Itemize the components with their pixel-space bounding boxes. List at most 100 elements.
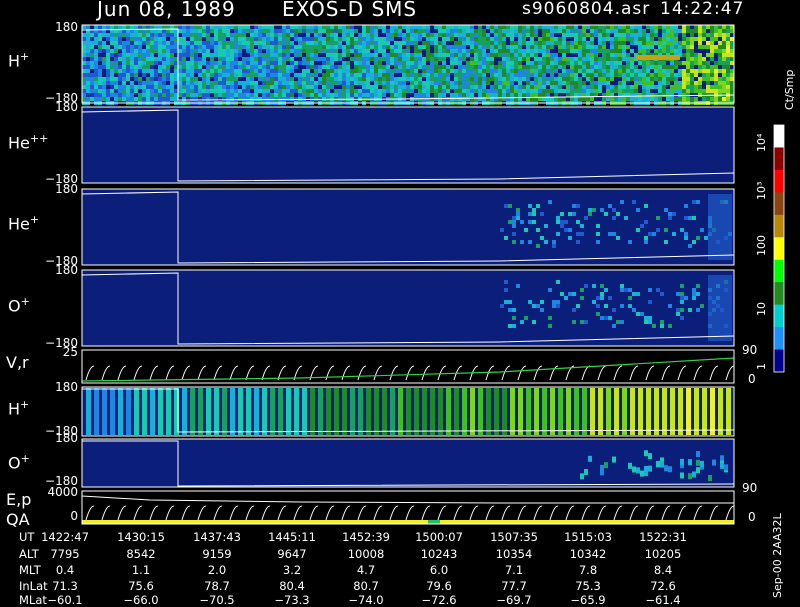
heatmap-cell [506,77,510,81]
heatmap-cell [418,73,422,77]
heatmap-cell [138,41,142,45]
heatmap-cell [602,45,606,49]
heatmap-cell [198,57,202,61]
heatmap-cell [134,77,138,81]
heatmap-cell [680,292,684,296]
heatmap-cell [642,61,646,65]
heatmap-cell [614,37,618,41]
table-cell-mlat-8: −61.4 [645,593,681,607]
heatmap-cell [166,89,170,93]
heatmap-cell [498,45,502,49]
heatmap-cell [314,85,318,89]
heatmap-cell [122,85,126,89]
heatmap-cell [596,232,600,236]
heatmap-cell [426,45,430,49]
heatmap-cell [406,69,410,73]
heatmap-cell [106,65,110,69]
heatmap-cell [632,292,636,296]
heatmap-cell [594,49,598,53]
heatmap-cell [382,25,386,29]
heatmap-cell [546,53,550,57]
heatmap-cell [358,53,362,57]
heatmap-cell [550,61,554,65]
heatmap-cell [706,89,710,93]
heatmap-cell [130,45,134,49]
heatmap-cell [730,97,734,101]
heatmap-cell [598,25,602,29]
heatmap-cell [686,29,690,33]
heatmap-cell [194,33,198,37]
heatmap-cell [426,89,430,93]
heatmap-cell [274,65,278,69]
heatmap-cell [610,61,614,65]
heatmap-cell [126,53,130,57]
heatmap-cell [182,57,186,61]
heatmap-cell [82,65,86,69]
heatmap-cell [374,29,378,33]
heatmap-cell [186,85,190,89]
heatmap-cell [146,61,150,65]
heatmap-cell [662,85,666,89]
heatmap-cell [666,81,670,85]
heatmap-cell [572,292,576,296]
heatmap-cell [518,77,522,81]
heatmap-cell [298,73,302,77]
panel-label-h-plus-1: H+ [8,50,30,71]
heatmap-cell [710,69,714,73]
heatmap-cell [574,85,578,89]
heatmap-cell [366,77,370,81]
heatmap-cell [466,97,470,101]
heatmap-cell [630,73,634,77]
heatmap-cell [250,49,254,53]
heatmap-cell [234,45,238,49]
heatmap-cell [258,77,262,81]
heatmap-cell [510,37,514,41]
heatmap-cell [206,97,210,101]
heatmap-cell [318,29,322,33]
heatmap-cell [214,77,218,81]
heatmap-cell [538,69,542,73]
heatmap-cell [570,29,574,33]
heatmap-cell [682,53,686,57]
heatmap-cell [598,69,602,73]
heatmap-stripe [270,388,275,435]
heatmap-cell [486,33,490,37]
heatmap-cell [202,85,206,89]
heatmap-cell [430,41,434,45]
heatmap-cell [718,61,722,65]
heatmap-cell [82,53,86,57]
heatmap-cell [478,77,482,81]
heatmap-cell [648,320,652,324]
heatmap-cell [582,49,586,53]
heatmap-cell [548,324,552,328]
heatmap-cell [350,73,354,77]
heatmap-cell [94,49,98,53]
heatmap-cell [568,292,572,296]
heatmap-cell [542,57,546,61]
heatmap-cell [532,212,536,216]
heatmap-cell [628,462,632,469]
heatmap-cell [684,232,688,236]
heatmap-cell [382,29,386,33]
heatmap-cell [118,41,122,45]
heatmap-cell [298,41,302,45]
heatmap-cell [182,37,186,41]
heatmap-cell [262,69,266,73]
heatmap-cell [576,220,580,224]
heatmap-cell [542,49,546,53]
heatmap-cell [714,29,718,33]
heatmap-cell [714,97,718,101]
heatmap-cell [522,49,526,53]
heatmap-cell [688,308,692,312]
heatmap-cell [458,85,462,89]
heatmap-cell [330,61,334,65]
heatmap-cell [278,37,282,41]
heatmap-cell [538,49,542,53]
heatmap-cell [214,49,218,53]
heatmap-cell [354,45,358,49]
heatmap-cell [606,57,610,61]
heatmap-cell [334,81,338,85]
heatmap-cell [362,77,366,81]
heatmap-stripe [670,388,675,435]
heatmap-stripe [222,388,227,435]
